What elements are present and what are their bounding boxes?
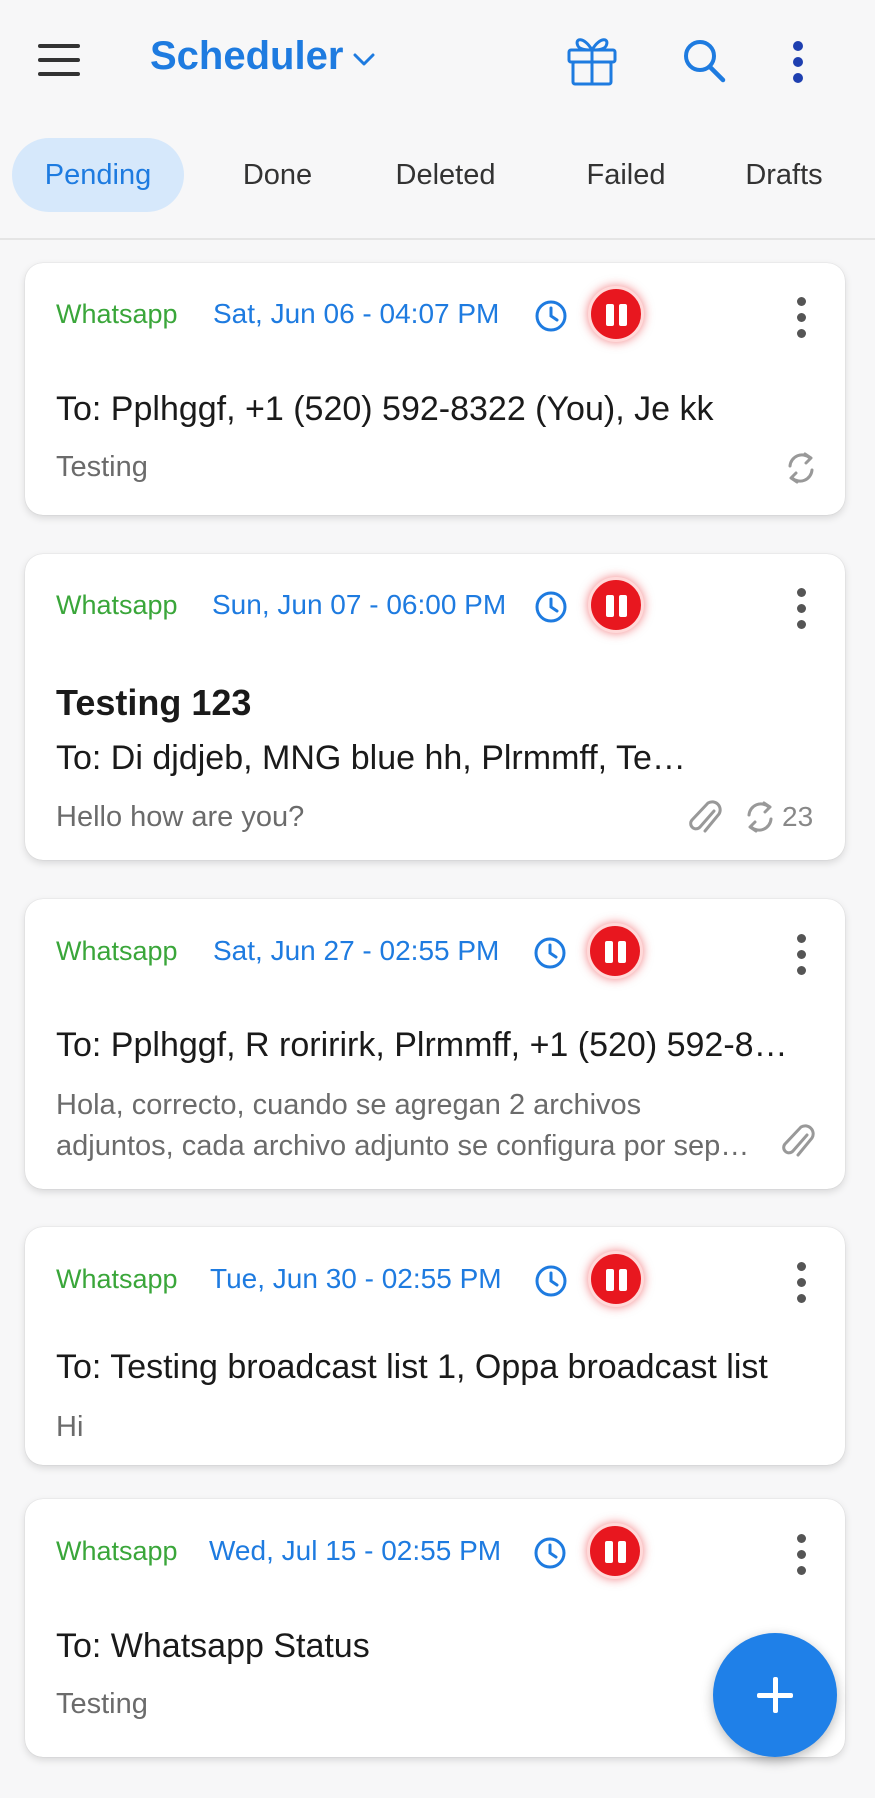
message-preview-line: adjuntos, cada archivo adjunto se config… [56,1130,756,1162]
pause-button[interactable] [587,923,643,979]
message-preview: Testing [56,1688,148,1720]
pause-button[interactable] [587,1523,643,1579]
tab-deleted[interactable]: Deleted [378,138,513,212]
card-more-icon[interactable] [791,934,811,980]
clock-icon [535,1265,567,1297]
scheduled-message-card[interactable]: Whatsapp Tue, Jun 30 - 02:55 PM To: Test… [25,1227,845,1465]
platform-label: Whatsapp [56,299,178,329]
schedule-datetime: Tue, Jun 30 - 02:55 PM [210,1263,502,1294]
app-title: Scheduler [150,34,344,78]
clock-icon [534,937,566,969]
schedule-datetime: Sun, Jun 07 - 06:00 PM [212,589,507,620]
message-preview: Hola, correcto, cuando se agregan 2 arch… [56,1085,756,1167]
scheduled-message-card[interactable]: Whatsapp Sat, Jun 27 - 02:55 PM To: Pplh… [25,899,845,1189]
card-more-icon[interactable] [791,297,811,343]
recipients: To: Whatsapp Status [56,1627,370,1665]
clock-icon [534,1537,566,1569]
search-icon[interactable] [682,38,726,84]
message-preview-line: Hola, correcto, cuando se agregan 2 arch… [56,1089,642,1121]
message-subject: Testing 123 [56,682,252,723]
repeat-icon [747,801,773,833]
card-more-icon[interactable] [791,1262,811,1308]
attachment-icon [782,1124,815,1157]
recipients: To: Testing broadcast list 1, Oppa broad… [56,1348,768,1386]
recipients: To: Pplhggf, R roririrk, Plrmmff, +1 (52… [56,1026,796,1064]
add-schedule-button[interactable] [713,1633,837,1757]
clock-icon [535,300,567,332]
card-more-icon[interactable] [791,588,811,634]
recipients: To: Di djdjeb, MNG blue hh, Plrmmff, Tes… [56,739,696,777]
recipients: To: Pplhggf, +1 (520) 592-8322 (You), Je… [56,390,714,428]
clock-icon [535,591,567,623]
pause-button[interactable] [588,1251,644,1307]
scheduled-message-card[interactable]: Whatsapp Sun, Jun 07 - 06:00 PM Testing … [25,554,845,860]
platform-label: Whatsapp [56,1536,178,1566]
repeat-icon [788,452,814,484]
status-tabs: Pending Done Deleted Failed Drafts [0,138,875,216]
top-app-bar: Scheduler [0,0,875,125]
message-preview: Hello how are you? [56,801,305,833]
menu-icon[interactable] [38,44,80,76]
schedule-datetime: Wed, Jul 15 - 02:55 PM [209,1535,502,1566]
tab-failed[interactable]: Failed [570,138,682,212]
platform-label: Whatsapp [56,936,178,966]
schedule-datetime: Sat, Jun 27 - 02:55 PM [213,935,500,966]
gift-icon[interactable] [566,30,618,88]
tab-pending[interactable]: Pending [12,138,184,212]
message-preview: Testing [56,451,148,483]
card-more-icon[interactable] [791,1534,811,1580]
platform-label: Whatsapp [56,1264,178,1294]
tab-done[interactable]: Done [220,138,335,212]
schedule-datetime: Sat, Jun 06 - 04:07 PM [213,298,500,329]
app-title-dropdown[interactable]: Scheduler [150,34,375,79]
pause-button[interactable] [588,286,644,342]
divider [0,238,875,240]
platform-label: Whatsapp [56,590,178,620]
pause-button[interactable] [588,577,644,633]
message-preview: Hi [56,1411,84,1443]
repeat-count: 23 [782,801,814,832]
chevron-down-icon [353,53,375,65]
scheduled-message-card[interactable]: Whatsapp Sat, Jun 06 - 04:07 PM To: Pplh… [25,263,845,515]
more-vert-icon[interactable] [792,40,804,84]
attachment-icon [689,800,722,833]
tab-drafts[interactable]: Drafts [728,138,840,212]
